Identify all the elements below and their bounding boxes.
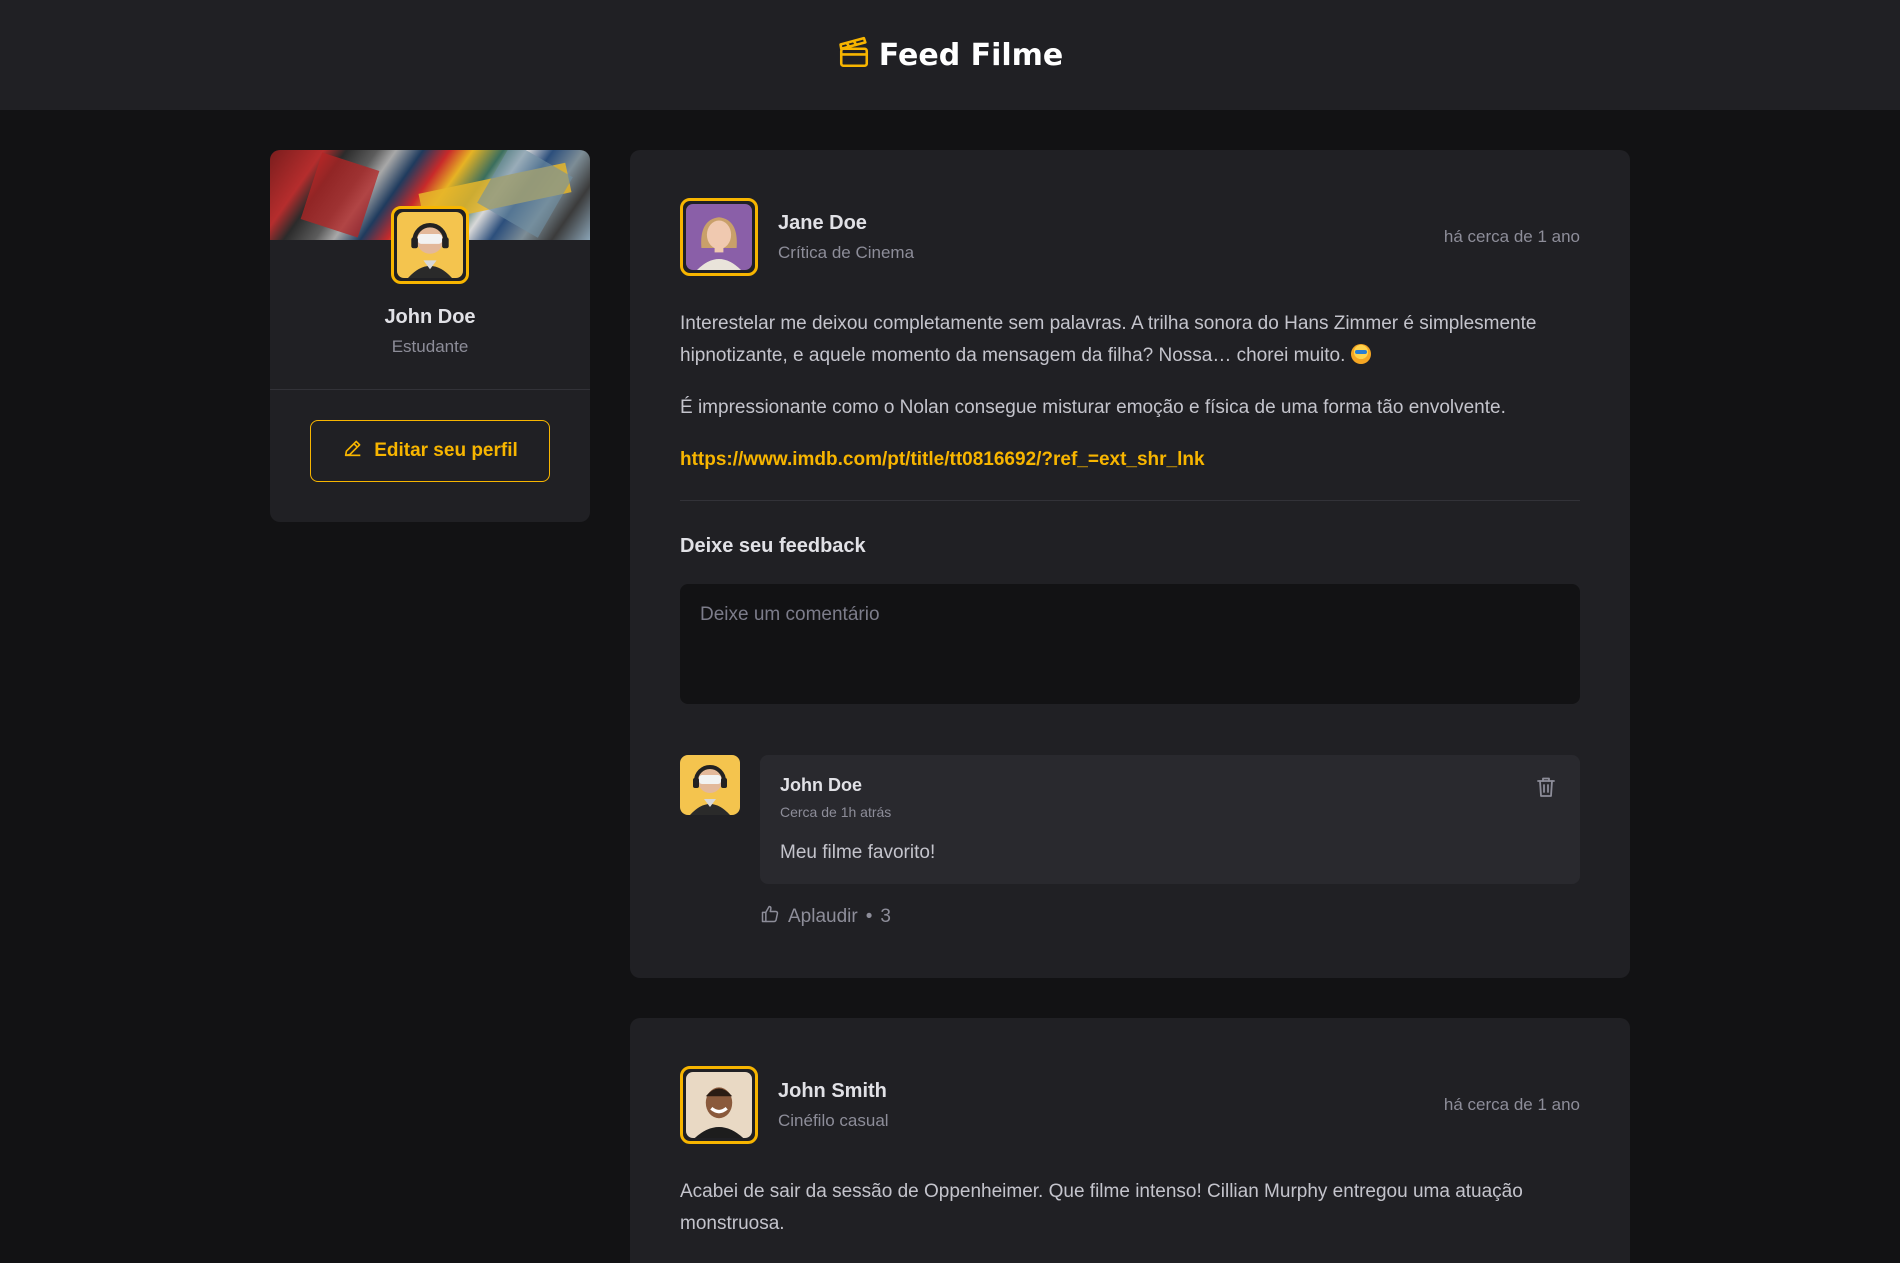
post-timestamp: há cerca de 1 ano <box>1443 227 1580 246</box>
post-content: Acabei de sair da sessão de Oppenheimer.… <box>680 1176 1580 1240</box>
post-paragraph: Interestelar me deixou completamente sem… <box>680 313 1537 366</box>
author-role: Crítica de Cinema <box>778 242 915 262</box>
comment-author: John Doe <box>780 775 863 795</box>
post-header: Jane Doe Crítica de Cinema há cerca de 1… <box>680 198 1580 276</box>
main-layout: John Doe Estudante Editar seu perfil Jan… <box>270 150 1630 1263</box>
post-timestamp: há cerca de 1 ano <box>1443 1095 1580 1114</box>
post-paragraph: Acabei de sair da sessão de Oppenheimer.… <box>680 1181 1523 1234</box>
post-header: John Smith Cinéfilo casual há cerca de 1… <box>680 1066 1580 1144</box>
applaud-label: Aplaudir <box>788 906 858 927</box>
thumbs-up-icon <box>760 904 780 930</box>
app-title: Feed Filme <box>878 37 1064 73</box>
clapperboard-icon <box>837 36 871 75</box>
crying-face-emoji-icon <box>1351 344 1372 364</box>
feed: Jane Doe Crítica de Cinema há cerca de 1… <box>630 150 1630 1263</box>
profile-name: John Doe <box>384 306 476 328</box>
comment-card: John Doe Cerca de 1h atrás Meu filme fav… <box>760 755 1580 884</box>
author-role: Cinéfilo casual <box>778 1110 889 1130</box>
avatar[interactable] <box>680 755 740 815</box>
applaud-count: 3 <box>880 906 891 927</box>
comment-timestamp: Cerca de 1h atrás <box>780 804 892 820</box>
comment: John Doe Cerca de 1h atrás Meu filme fav… <box>680 755 1580 930</box>
pencil-icon <box>342 437 364 465</box>
post-card: Jane Doe Crítica de Cinema há cerca de 1… <box>630 150 1630 978</box>
post-paragraph: É impressionante como o Nolan consegue m… <box>680 397 1506 418</box>
comment-input[interactable] <box>680 584 1580 704</box>
edit-profile-button[interactable]: Editar seu perfil <box>310 420 550 482</box>
feedback-title: Deixe seu feedback <box>680 535 866 557</box>
app-header: Feed Filme <box>0 0 1900 110</box>
profile-role: Estudante <box>391 337 469 356</box>
avatar[interactable] <box>680 1066 758 1144</box>
post-link[interactable]: https://www.imdb.com/pt/title/tt0816692/… <box>680 449 1205 470</box>
comment-text: Meu filme favorito! <box>780 842 936 863</box>
post-card: John Smith Cinéfilo casual há cerca de 1… <box>630 1018 1630 1263</box>
profile-sidebar: John Doe Estudante Editar seu perfil <box>270 150 590 522</box>
avatar[interactable] <box>680 198 758 276</box>
edit-profile-label: Editar seu perfil <box>374 440 518 461</box>
trash-icon[interactable] <box>1534 775 1558 804</box>
author-name: John Smith <box>778 1079 887 1102</box>
post-content: Interestelar me deixou completamente sem… <box>680 308 1580 476</box>
divider <box>680 500 1580 501</box>
post-author: Jane Doe Crítica de Cinema <box>680 198 914 276</box>
avatar[interactable] <box>391 206 469 284</box>
author-name: Jane Doe <box>778 211 867 234</box>
applaud-button[interactable]: Aplaudir • 3 <box>760 904 1580 930</box>
applaud-separator: • <box>865 906 873 927</box>
post-author: John Smith Cinéfilo casual <box>680 1066 889 1144</box>
